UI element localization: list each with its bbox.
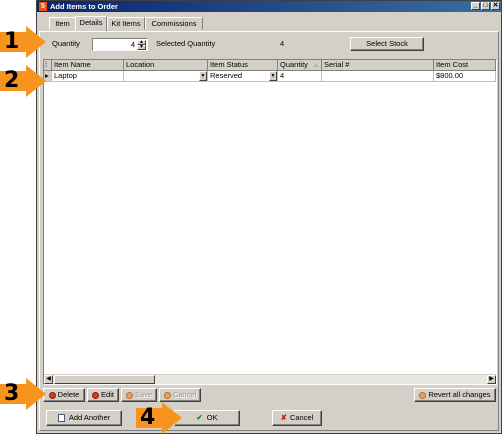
column-header-item-name[interactable]: Item Name (52, 60, 124, 71)
ok-label: OK (206, 413, 218, 422)
items-grid: ⁞ Item Name Location Item Status Quantit… (43, 59, 497, 385)
checkmark-icon: ✔ (196, 413, 203, 422)
column-header-location[interactable]: Location (124, 60, 208, 71)
callout-1: 1 (0, 24, 48, 60)
edit-button[interactable]: Edit (87, 388, 119, 402)
cell-quantity[interactable]: 4 (278, 71, 322, 82)
horizontal-scrollbar[interactable]: ◀ ▶ (44, 374, 496, 384)
tab-item[interactable]: Item (49, 17, 76, 30)
column-header-item-cost[interactable]: Item Cost (434, 60, 496, 71)
scroll-thumb[interactable] (54, 375, 155, 384)
location-dropdown-arrow-icon[interactable]: ▼ (199, 71, 207, 81)
callout-2-number: 2 (4, 68, 20, 93)
cancel-button[interactable]: ✘ Cancel (272, 410, 322, 426)
cell-item-name[interactable]: Laptop (52, 71, 124, 82)
tab-kit-items[interactable]: Kit Items (107, 17, 145, 30)
window-title: Add Items to Order (50, 2, 118, 11)
column-header-quantity[interactable]: Quantity ▵ (278, 60, 322, 71)
cancel-label: Cancel (289, 413, 314, 422)
edit-label: Edit (101, 390, 114, 399)
add-another-button[interactable]: Add Another (46, 410, 122, 426)
selected-quantity-value: 4 (280, 39, 285, 48)
delete-label: Delete (57, 390, 80, 399)
app-icon: 5 (39, 2, 47, 11)
cell-item-cost[interactable]: $800.00 (434, 71, 496, 82)
column-header-serial[interactable]: Serial # (322, 60, 434, 71)
minimize-button[interactable]: _ (471, 2, 480, 10)
cancel-edit-icon (163, 391, 171, 399)
cancel-edit-label: Cancel (172, 390, 197, 399)
callout-3-number: 3 (4, 381, 20, 406)
tab-commissions[interactable]: Commissions (145, 17, 203, 30)
maximize-button[interactable]: □ (481, 2, 490, 10)
callout-1-number: 1 (4, 29, 20, 54)
column-header-item-status[interactable]: Item Status (208, 60, 278, 71)
scroll-right-icon[interactable]: ▶ (487, 375, 496, 384)
quantity-label: Quantity (52, 39, 80, 48)
edit-icon (92, 391, 100, 399)
sort-icon: ▵ (314, 60, 318, 69)
callout-4: 4 (136, 400, 184, 436)
details-panel: Quantity 4 ▲ ▼ Selected Quantity 4 Selec… (39, 31, 499, 431)
revert-label: Revert all changes (428, 390, 491, 399)
title-bar: 5 Add Items to Order _ □ ✕ (37, 1, 501, 12)
delete-button[interactable]: Delete (43, 388, 85, 402)
select-stock-button[interactable]: Select Stock (350, 37, 424, 51)
revert-icon (419, 391, 427, 399)
column-header-quantity-label: Quantity (280, 60, 308, 69)
add-another-label: Add Another (68, 413, 111, 422)
quantity-stepper[interactable]: 4 ▲ ▼ (92, 38, 148, 51)
selected-quantity-label: Selected Quantity (156, 39, 216, 48)
cell-serial[interactable] (322, 71, 434, 82)
spin-down-icon[interactable]: ▼ (137, 45, 146, 50)
cell-location[interactable]: ▼ (124, 71, 208, 82)
cell-item-status[interactable]: Reserved ▼ (208, 71, 278, 82)
delete-icon (48, 391, 56, 399)
x-icon: ✘ (280, 413, 287, 422)
add-items-window: 5 Add Items to Order _ □ ✕ Item Details … (36, 0, 502, 434)
tab-details[interactable]: Details (75, 16, 107, 31)
callout-3: 3 (0, 376, 48, 412)
close-button[interactable]: ✕ (491, 2, 500, 10)
callout-4-number: 4 (140, 405, 156, 430)
save-icon (125, 391, 133, 399)
callout-2: 2 (0, 63, 48, 99)
status-dropdown-arrow-icon[interactable]: ▼ (269, 71, 277, 81)
save-label: Save (134, 390, 153, 399)
quantity-value: 4 (130, 40, 135, 49)
document-icon (57, 414, 65, 423)
cell-item-status-value: Reserved (210, 71, 243, 80)
revert-all-changes-button[interactable]: Revert all changes (414, 388, 496, 402)
